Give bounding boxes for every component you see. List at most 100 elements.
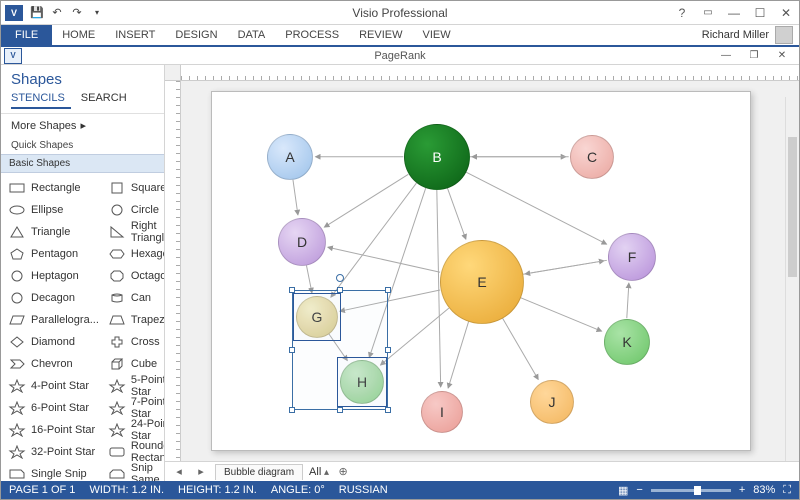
shape-hex[interactable]: Hexagon xyxy=(103,243,164,265)
tab-design[interactable]: DESIGN xyxy=(165,25,227,45)
can-icon xyxy=(107,291,127,305)
tab-search[interactable]: SEARCH xyxy=(81,90,133,109)
shape-star16[interactable]: 16-Point Star xyxy=(3,419,103,441)
app-icon xyxy=(5,5,23,21)
shape-pent[interactable]: Pentagon xyxy=(3,243,103,265)
title-bar: 💾 ↶ ↷ ▾ Visio Professional ? ▭ — ☐ ✕ xyxy=(1,1,799,25)
node-C[interactable]: C xyxy=(570,135,614,179)
quick-shapes[interactable]: Quick Shapes xyxy=(1,137,164,154)
shape-oct[interactable]: Octagon xyxy=(103,265,164,287)
canvas[interactable]: ABCDEFGHIJK xyxy=(181,81,799,461)
shape-hept[interactable]: Heptagon xyxy=(3,265,103,287)
tab-data[interactable]: DATA xyxy=(228,25,276,45)
star24-icon xyxy=(107,423,127,437)
zoom-slider[interactable] xyxy=(651,489,731,492)
shape-star6[interactable]: 6-Point Star xyxy=(3,397,103,419)
selection-handle[interactable] xyxy=(337,407,343,413)
circle-icon xyxy=(107,203,127,217)
shape-cube[interactable]: Cube xyxy=(103,353,164,375)
doc-minimize-icon[interactable]: — xyxy=(713,46,739,66)
zoom-in-icon[interactable]: + xyxy=(739,484,745,496)
node-A[interactable]: A xyxy=(267,134,313,180)
shape-diam[interactable]: Diamond xyxy=(3,331,103,353)
shape-star24[interactable]: 24-Point Star xyxy=(103,419,164,441)
shape-chev[interactable]: Chevron xyxy=(3,353,103,375)
snip2-icon xyxy=(107,467,127,481)
sheet-all[interactable]: All ▴ xyxy=(309,466,329,478)
selection-handle[interactable] xyxy=(289,347,295,353)
shape-snip2[interactable]: Snip Same xyxy=(103,463,164,481)
file-tab[interactable]: FILE xyxy=(1,25,52,45)
qat-save[interactable]: 💾 xyxy=(27,3,47,23)
selection-handle[interactable] xyxy=(337,287,343,293)
node-K[interactable]: K xyxy=(604,319,650,365)
tab-view[interactable]: VIEW xyxy=(412,25,460,45)
tab-stencils[interactable]: STENCILS xyxy=(11,90,71,109)
selection-handle[interactable] xyxy=(385,347,391,353)
dec-icon xyxy=(7,291,27,305)
vertical-scrollbar[interactable] xyxy=(785,97,799,461)
shape-cross[interactable]: Cross xyxy=(103,331,164,353)
close-icon[interactable]: ✕ xyxy=(773,3,799,23)
fit-page-icon[interactable]: ⛶ xyxy=(783,484,791,497)
rotation-handle[interactable] xyxy=(336,274,344,282)
help-icon[interactable]: ? xyxy=(669,3,695,23)
stencil-header[interactable]: Basic Shapes xyxy=(1,154,164,173)
shape-star5[interactable]: 5-Point Star xyxy=(103,375,164,397)
shape-para[interactable]: Parallelogra... xyxy=(3,309,103,331)
node-F[interactable]: F xyxy=(608,233,656,281)
zoom-out-icon[interactable]: − xyxy=(636,484,642,496)
sheet-tab[interactable]: Bubble diagram xyxy=(215,464,303,480)
tab-home[interactable]: HOME xyxy=(52,25,105,45)
doc-restore-icon[interactable]: ❐ xyxy=(741,46,767,66)
node-I[interactable]: I xyxy=(421,391,463,433)
shape-dec[interactable]: Decagon xyxy=(3,287,103,309)
qat-customize[interactable]: ▾ xyxy=(87,3,107,23)
shape-trap[interactable]: Trapezoid xyxy=(103,309,164,331)
cube-icon xyxy=(107,357,127,371)
node-B[interactable]: B xyxy=(404,124,470,190)
tab-process[interactable]: PROCESS xyxy=(275,25,349,45)
node-E[interactable]: E xyxy=(440,240,524,324)
node-J[interactable]: J xyxy=(530,380,574,424)
add-sheet-icon[interactable]: ⊕ xyxy=(335,465,351,479)
shape-rtri[interactable]: Right Triangle xyxy=(103,221,164,243)
shape-circle[interactable]: Circle xyxy=(103,199,164,221)
ruler-horizontal[interactable] xyxy=(165,65,799,81)
shape-snip[interactable]: Single Snip xyxy=(3,463,103,481)
minimize-icon[interactable]: — xyxy=(721,3,747,23)
zoom-value[interactable]: 83% xyxy=(753,484,775,496)
shape-star4[interactable]: 4-Point Star xyxy=(3,375,103,397)
shape-can[interactable]: Can xyxy=(103,287,164,309)
selection-handle[interactable] xyxy=(289,407,295,413)
status-lang[interactable]: RUSSIAN xyxy=(339,484,388,496)
doc-close-icon[interactable]: ✕ xyxy=(769,46,795,66)
status-width: WIDTH: 1.2 IN. xyxy=(89,484,164,496)
view-mode-icon[interactable]: ▦ xyxy=(618,484,628,497)
tab-insert[interactable]: INSERT xyxy=(105,25,165,45)
ribbon-toggle-icon[interactable]: ▭ xyxy=(695,3,721,23)
selection-handle[interactable] xyxy=(385,287,391,293)
avatar[interactable] xyxy=(775,26,793,44)
page[interactable]: ABCDEFGHIJK xyxy=(211,91,751,451)
shape-rect[interactable]: Rectangle xyxy=(3,177,103,199)
tab-review[interactable]: REVIEW xyxy=(349,25,412,45)
qat-undo[interactable]: ↶ xyxy=(47,3,67,23)
hept-icon xyxy=(7,269,27,283)
user-name[interactable]: Richard Miller xyxy=(702,29,769,41)
selection-handle[interactable] xyxy=(289,287,295,293)
shape-ellipse[interactable]: Ellipse xyxy=(3,199,103,221)
more-shapes[interactable]: More Shapes▸ xyxy=(1,114,164,137)
ruler-vertical[interactable] xyxy=(165,81,181,461)
sheet-next-icon[interactable]: ▸ xyxy=(193,465,209,479)
shape-star7[interactable]: 7-Point Star xyxy=(103,397,164,419)
maximize-icon[interactable]: ☐ xyxy=(747,3,773,23)
shape-tri[interactable]: Triangle xyxy=(3,221,103,243)
shape-square[interactable]: Square xyxy=(103,177,164,199)
qat-redo[interactable]: ↷ xyxy=(67,3,87,23)
node-D[interactable]: D xyxy=(278,218,326,266)
shape-star32[interactable]: 32-Point Star xyxy=(3,441,103,463)
sheet-prev-icon[interactable]: ◂ xyxy=(171,465,187,479)
shape-rrect[interactable]: Rounded Rectangle xyxy=(103,441,164,463)
selection-handle[interactable] xyxy=(385,407,391,413)
